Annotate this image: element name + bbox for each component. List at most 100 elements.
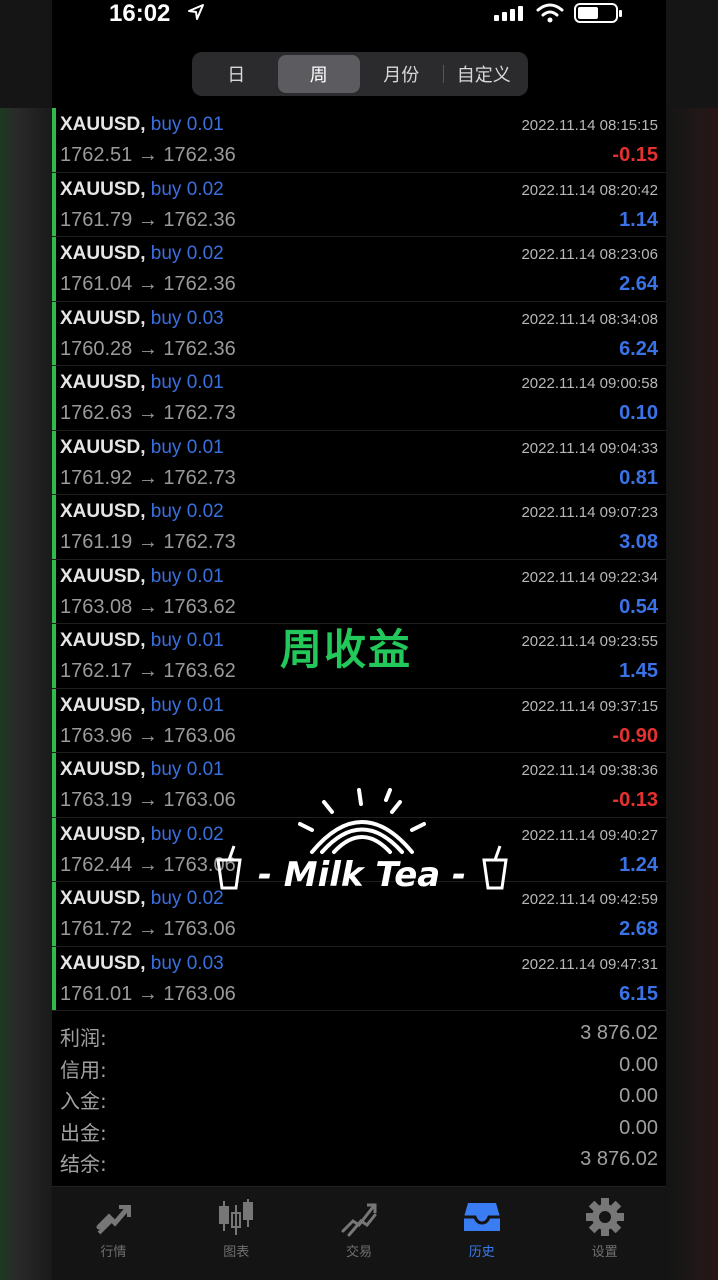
- open-price: 1763.19: [60, 789, 133, 811]
- trade-row[interactable]: XAUUSD, buy 0.02 1761.04 → 1762.36 2022.11…: [52, 237, 666, 302]
- open-price: 1762.51: [60, 144, 133, 166]
- trade-profit: 0.10: [619, 402, 658, 424]
- tab-quotes[interactable]: 行情: [52, 1187, 175, 1280]
- history-icon: [463, 1203, 500, 1231]
- trade-symbol: XAUUSD,: [60, 114, 146, 135]
- trade-time: 2022.11.14 08:20:42: [521, 181, 658, 199]
- milk-tea-sticker: - Milk Tea -: [216, 788, 508, 895]
- tab-settings[interactable]: 设置: [543, 1187, 666, 1280]
- position-indicator-bar: [52, 882, 56, 946]
- chart-icon: [219, 1199, 254, 1235]
- settings-icon: [585, 1198, 624, 1236]
- tab-chart[interactable]: 图表: [175, 1187, 298, 1280]
- trade-prices: 1762.63 → 1762.73: [60, 402, 236, 425]
- bottom-tab-bar: 行情 图表 交易 历史 设置: [52, 1186, 666, 1280]
- trade-side-label: buy: [150, 823, 182, 845]
- trade-row[interactable]: XAUUSD, buy 0.02 1761.19 → 1762.73 2022.11…: [52, 495, 666, 560]
- summary-label: 入金:: [60, 1089, 107, 1113]
- trade-profit: 3.08: [619, 531, 658, 553]
- trade-row[interactable]: XAUUSD, buy 0.01 1763.08 → 1763.62 2022.11…: [52, 559, 666, 624]
- summary-label: 利润:: [60, 1026, 107, 1050]
- summary-value: 0.00: [619, 1116, 658, 1139]
- trade-prices: 1761.92 → 1762.73: [60, 467, 236, 490]
- open-price: 1763.08: [60, 595, 133, 618]
- position-indicator-bar: [52, 817, 56, 881]
- trade-volume: 0.02: [186, 501, 224, 522]
- trade-side: buy 0.01: [151, 566, 224, 587]
- trade-profit: -0.13: [612, 789, 658, 811]
- tab-week[interactable]: 周: [277, 55, 360, 93]
- arrow-right-icon: →: [137, 982, 158, 1005]
- tab-trade[interactable]: 交易: [298, 1187, 421, 1280]
- trade-side: buy 0.01: [151, 630, 224, 651]
- trade-prices: 1763.96 → 1763.06: [60, 725, 236, 748]
- trade-side-label: buy: [150, 952, 182, 974]
- tab-history[interactable]: 历史: [420, 1187, 543, 1280]
- position-indicator-bar: [52, 108, 56, 172]
- arrow-right-icon: →: [137, 531, 158, 553]
- trade-row[interactable]: XAUUSD, buy 0.03 1761.01 → 1763.06 2022.11…: [52, 946, 666, 1011]
- trade-profit: 0.54: [619, 595, 658, 618]
- trade-side: buy 0.02: [151, 243, 224, 264]
- trade-row[interactable]: XAUUSD, buy 0.01 1761.92 → 1762.73 2022.11…: [52, 430, 666, 495]
- trade-prices: 1761.19 → 1762.73: [60, 531, 236, 554]
- trade-symbol: XAUUSD,: [60, 630, 146, 651]
- summary-value: 0.00: [619, 1053, 658, 1076]
- trade-profit: 6.24: [619, 337, 658, 360]
- trade-profit: 1.45: [619, 660, 658, 682]
- open-price: 1762.17: [60, 660, 133, 682]
- summary-row: 结余: 3 876.02: [52, 1144, 666, 1176]
- trade-profit: -0.15: [612, 144, 658, 166]
- trade-side-label: buy: [150, 888, 182, 909]
- trade-time: 2022.11.14 09:04:33: [521, 439, 658, 457]
- trade-prices: 1762.17 → 1763.62: [60, 660, 236, 683]
- summary-label: 出金:: [60, 1120, 107, 1145]
- tab-month[interactable]: 月份: [360, 55, 443, 93]
- position-indicator-bar: [52, 172, 56, 236]
- trade-volume: 0.02: [186, 243, 224, 264]
- summary-label: 信用:: [60, 1057, 107, 1082]
- trade-time: 2022.11.14 09:00:58: [521, 375, 658, 392]
- trade-volume: 0.01: [186, 436, 224, 458]
- position-indicator-bar: [52, 495, 56, 559]
- close-price: 1763.62: [163, 595, 236, 618]
- open-price: 1763.96: [60, 724, 133, 747]
- trade-prices: 1763.19 → 1763.06: [60, 789, 236, 812]
- trade-prices: 1760.28 → 1762.36: [60, 338, 236, 361]
- open-price: 1761.04: [60, 273, 133, 295]
- trade-row[interactable]: XAUUSD, buy 0.01 1762.63 → 1762.73 2022.11…: [52, 366, 666, 431]
- trade-symbol: XAUUSD,: [60, 243, 146, 264]
- trade-symbol-line: XAUUSD, buy 0.03: [60, 308, 224, 330]
- blurred-background-right: [666, 0, 718, 1280]
- trade-volume: 0.03: [186, 952, 224, 974]
- trade-side-label: buy: [150, 501, 182, 522]
- trade-row[interactable]: XAUUSD, buy 0.01 1763.96 → 1763.06 2022.11…: [52, 688, 666, 753]
- trade-side-label: buy: [150, 243, 182, 264]
- trade-side-label: buy: [150, 565, 182, 587]
- trade-profit: 1.14: [619, 208, 658, 231]
- trade-symbol-line: XAUUSD, buy 0.01: [60, 630, 224, 652]
- trade-symbol: XAUUSD,: [60, 565, 146, 587]
- trade-volume: 0.01: [186, 694, 224, 716]
- position-indicator-bar: [52, 946, 56, 1010]
- trade-time: 2022.11.14 09:38:36: [521, 762, 658, 779]
- summary-label: 结余:: [60, 1152, 107, 1176]
- trade-row[interactable]: XAUUSD, buy 0.02 1761.79 → 1762.36 2022.11…: [52, 172, 666, 237]
- trade-row[interactable]: XAUUSD, buy 0.03 1760.28 → 1762.36 2022.11…: [52, 301, 666, 366]
- wifi-icon: [536, 3, 564, 23]
- overlay-caption: 周收益: [280, 625, 413, 674]
- trade-profit: 0.81: [619, 466, 658, 489]
- tab-day[interactable]: 日: [195, 55, 278, 93]
- trade-symbol-line: XAUUSD, buy 0.02: [60, 179, 224, 201]
- trade-profit: 1.24: [619, 853, 658, 876]
- trade-time: 2022.11.14 08:23:06: [521, 246, 658, 263]
- trade-icon: [341, 1203, 377, 1237]
- trade-symbol-line: XAUUSD, buy 0.01: [60, 566, 224, 588]
- trade-row[interactable]: XAUUSD, buy 0.01 1762.51 → 1762.36 2022.11…: [52, 108, 666, 173]
- tab-custom[interactable]: 自定义: [442, 55, 526, 93]
- trade-volume: 0.01: [186, 565, 224, 587]
- trade-symbol: XAUUSD,: [60, 759, 146, 780]
- summary-value: 3 876.02: [580, 1022, 658, 1044]
- status-bar: 16:02: [52, 0, 666, 30]
- open-price: 1762.63: [60, 402, 133, 424]
